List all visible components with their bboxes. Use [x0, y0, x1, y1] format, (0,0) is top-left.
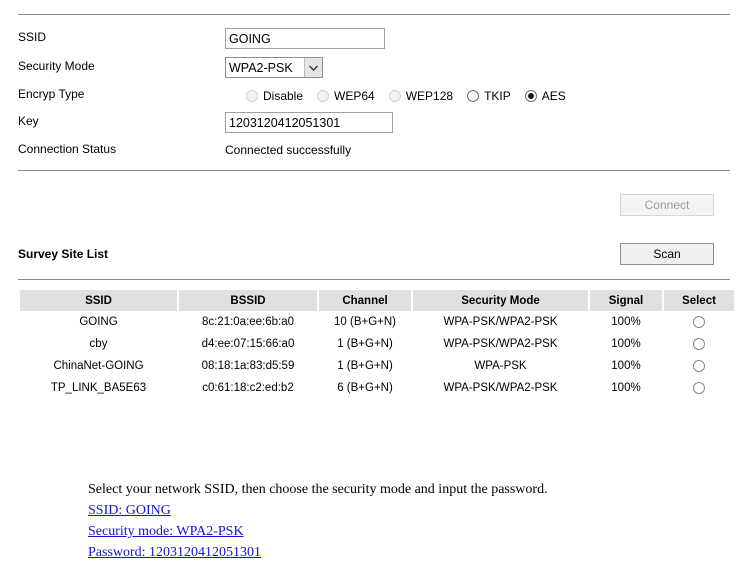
wifi-settings-page: SSID Security Mode WPA2-PSK Encryp Type …	[0, 0, 748, 577]
ap-channel: 1 (B+G+N)	[319, 355, 411, 377]
ap-select-cell[interactable]	[664, 333, 734, 355]
ap-select-cell[interactable]	[664, 311, 734, 333]
table-row[interactable]: GOING 8c:21:0a:ee:6b:a0 10 (B+G+N) WPA-PSK/…	[20, 311, 734, 333]
security-mode-selected-value: WPA2-PSK	[229, 60, 293, 75]
encryp-type-option-wep64: WEP64	[317, 89, 375, 103]
link-security-mode[interactable]: Security mode: WPA2-PSK	[88, 521, 648, 542]
ap-signal: 100%	[590, 377, 662, 399]
ap-security-mode: WPA-PSK	[413, 355, 588, 377]
table-row[interactable]: cby d4:ee:07:15:66:a0 1 (B+G+N) WPA-PSK/WPA…	[20, 333, 734, 355]
key-label: Key	[18, 114, 39, 128]
divider-top	[18, 14, 730, 15]
encryp-type-option-wep128: WEP128	[388, 88, 454, 103]
divider-above-table	[18, 279, 730, 280]
radio-icon	[246, 89, 258, 102]
ap-security-mode: WPA-PSK/WPA2-PSK	[413, 333, 588, 355]
form-row-ssid: SSID	[18, 28, 730, 50]
encryp-type-option-label: Disable	[263, 88, 304, 103]
encryp-type-radio-group: Disable WEP64 WEP128 TKIP AES	[246, 85, 566, 106]
ssid-label: SSID	[18, 30, 47, 44]
form-row-encryp-type: Encryp Type Disable WEP64 WEP128 TKIP AES	[18, 85, 730, 107]
connect-button[interactable]: Connect	[620, 194, 714, 216]
encryp-type-value-wrap: Disable WEP64 WEP128 TKIP AES	[246, 85, 566, 106]
ap-bssid: d4:ee:07:15:66:a0	[179, 333, 317, 355]
radio-icon[interactable]	[693, 337, 705, 350]
ssid-input[interactable]	[225, 28, 385, 49]
ap-channel: 1 (B+G+N)	[319, 333, 411, 355]
survey-site-table: SSID BSSID Channel Security Mode Signal …	[18, 290, 736, 399]
ap-signal: 100%	[590, 333, 662, 355]
connection-status-value: Connected successfully	[225, 143, 352, 157]
ap-channel: 6 (B+G+N)	[319, 377, 411, 399]
form-row-security-mode: Security Mode WPA2-PSK	[18, 57, 730, 79]
table-header-row: SSID BSSID Channel Security Mode Signal …	[20, 290, 734, 311]
instructions-block: Select your network SSID, then choose th…	[88, 479, 648, 563]
ap-channel: 10 (B+G+N)	[319, 311, 411, 333]
survey-table-body: GOING 8c:21:0a:ee:6b:a0 10 (B+G+N) WPA-PSK/…	[20, 311, 734, 399]
radio-icon	[317, 89, 330, 102]
radio-icon[interactable]	[693, 359, 705, 372]
scan-button[interactable]: Scan	[620, 243, 714, 265]
ap-bssid: c0:61:18:c2:ed:b2	[179, 377, 317, 399]
ap-security-mode: WPA-PSK/WPA2-PSK	[413, 377, 588, 399]
ap-ssid: TP_LINK_BA5E63	[20, 377, 177, 399]
link-ssid[interactable]: SSID: GOING	[88, 500, 648, 521]
radio-icon	[388, 89, 401, 102]
security-mode-select[interactable]: WPA2-PSK	[225, 57, 323, 78]
radio-icon[interactable]	[524, 89, 537, 102]
ap-bssid: 08:18:1a:83:d5:59	[179, 355, 317, 377]
column-header-bssid: BSSID	[179, 290, 317, 311]
encryp-type-option-label: WEP128	[405, 88, 454, 103]
column-header-ssid: SSID	[20, 290, 177, 311]
divider-middle	[18, 170, 730, 171]
encryp-type-option-label: TKIP	[484, 88, 511, 103]
key-input[interactable]	[225, 112, 393, 133]
ap-ssid: ChinaNet-GOING	[20, 355, 177, 377]
table-row[interactable]: ChinaNet-GOING 08:18:1a:83:d5:59 1 (B+G+N)…	[20, 355, 734, 377]
column-header-security: Security Mode	[413, 290, 588, 311]
security-mode-value-wrap: WPA2-PSK	[225, 57, 323, 78]
ap-ssid: cby	[20, 333, 177, 355]
key-value-wrap	[225, 112, 393, 133]
radio-icon[interactable]	[693, 315, 705, 328]
form-row-connection-status: Connection Status Connected successfully	[18, 140, 730, 162]
encryp-type-option-tkip[interactable]: TKIP	[467, 89, 511, 103]
encryp-type-label: Encryp Type	[18, 87, 85, 101]
survey-site-list-title: Survey Site List	[18, 247, 109, 261]
chevron-down-icon[interactable]	[304, 58, 322, 77]
table-row[interactable]: TP_LINK_BA5E63 c0:61:18:c2:ed:b2 6 (B+G+N)…	[20, 377, 734, 399]
ap-security-mode: WPA-PSK/WPA2-PSK	[413, 311, 588, 333]
radio-icon[interactable]	[467, 89, 480, 102]
ap-select-cell[interactable]	[664, 377, 734, 399]
ap-ssid: GOING	[20, 311, 177, 333]
instructions-note: Select your network SSID, then choose th…	[88, 482, 548, 497]
encryp-type-option-label: AES	[541, 88, 566, 103]
connection-status-label: Connection Status	[18, 142, 117, 156]
column-header-select: Select	[664, 290, 734, 311]
ap-signal: 100%	[590, 355, 662, 377]
encryp-type-option-aes[interactable]: AES	[524, 88, 566, 103]
form-row-key: Key	[18, 112, 730, 134]
encryp-type-option-label: WEP64	[334, 88, 375, 103]
column-header-signal: Signal	[590, 290, 662, 311]
ap-select-cell[interactable]	[664, 355, 734, 377]
column-header-channel: Channel	[319, 290, 411, 311]
radio-icon[interactable]	[693, 381, 705, 394]
ap-bssid: 8c:21:0a:ee:6b:a0	[179, 311, 317, 333]
ssid-value-wrap	[225, 28, 385, 49]
connection-status-value-wrap: Connected successfully	[225, 140, 351, 161]
encryp-type-option-disable: Disable	[246, 89, 303, 103]
link-password[interactable]: Password: 1203120412051301	[88, 542, 648, 563]
ap-signal: 100%	[590, 311, 662, 333]
security-mode-label: Security Mode	[18, 59, 95, 73]
